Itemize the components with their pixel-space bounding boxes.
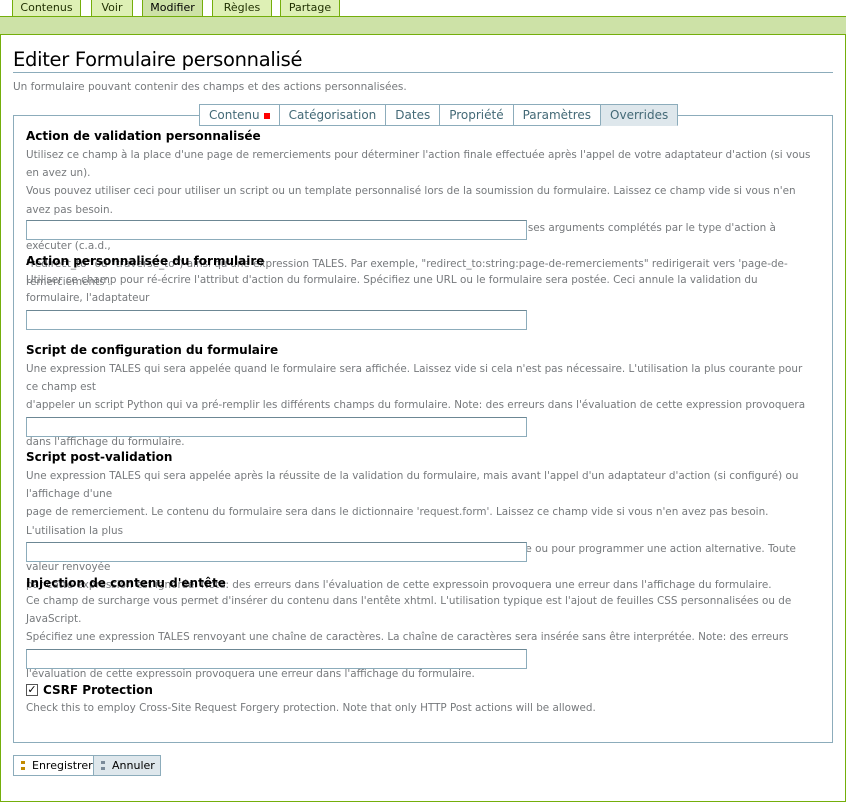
tab-categorisation[interactable]: Catégorisation	[278, 104, 386, 126]
page-title: Editer Formulaire personnalisé	[13, 48, 303, 71]
cancel-button-label: Annuler	[112, 759, 155, 772]
save-button-label: Enregistrer	[32, 759, 93, 772]
tab-label: Propriété	[449, 107, 504, 122]
field-help-custom-success-action: Utilisez ce champ à la place d'une page …	[26, 149, 811, 289]
save-button[interactable]: Enregistrer	[13, 755, 99, 776]
tab-label: Règles	[223, 1, 261, 14]
save-icon	[21, 761, 25, 770]
tab-label: Overrides	[610, 107, 669, 122]
tab-contenu[interactable]: Contenu	[199, 104, 279, 126]
field-label-custom-success-action: Action de validation personnalisée	[26, 129, 261, 143]
tab-label: Catégorisation	[288, 107, 377, 122]
tab-label: Voir	[101, 1, 123, 14]
field-label-form-action-override: Action personnalisée du formulaire	[26, 254, 265, 268]
field-help-header-injection: Ce champ de surcharge vous permet d'insé…	[26, 595, 792, 680]
tab-parametres[interactable]: Paramètres	[512, 104, 601, 126]
tab-modifier[interactable]: Modifier	[142, 0, 203, 16]
schemata-tabs: Contenu Catégorisation Dates Propriété P…	[199, 104, 679, 126]
tab-contenus[interactable]: Contenus	[12, 0, 81, 16]
form-action-override-input[interactable]	[26, 310, 527, 330]
tab-propriete[interactable]: Propriété	[439, 104, 513, 126]
required-marker-icon	[263, 113, 270, 119]
field-label-header-injection: Injection de contenu d'entête	[26, 576, 226, 590]
header-injection-input[interactable]	[26, 649, 527, 669]
field-label-after-validation-script: Script post-validation	[26, 450, 173, 464]
field-help-form-setup-script: Une expression TALES qui sera appelée qu…	[26, 363, 806, 448]
after-validation-script-input[interactable]	[26, 542, 527, 562]
field-label-form-setup-script: Script de configuration du formulaire	[26, 343, 279, 357]
tab-overrides[interactable]: Overrides	[600, 104, 679, 126]
tab-dates[interactable]: Dates	[385, 104, 440, 126]
tab-label: Dates	[395, 107, 431, 122]
tab-partage[interactable]: Partage	[280, 0, 340, 16]
custom-success-action-input[interactable]	[26, 220, 527, 240]
form-setup-script-input[interactable]	[26, 417, 527, 437]
page-description: Un formulaire pouvant contenir des champ…	[13, 81, 407, 93]
tab-regles[interactable]: Règles	[212, 0, 272, 16]
content-actions-bar	[0, 16, 846, 35]
cancel-icon	[101, 761, 105, 770]
tab-label: Contenus	[20, 1, 73, 14]
title-divider	[13, 72, 833, 73]
csrf-protection-help: Check this to employ Cross-Site Request …	[26, 702, 596, 714]
csrf-protection-label: CSRF Protection	[43, 683, 153, 697]
content-views-tabs: Contenus Voir Modifier Règles Partage	[0, 0, 846, 17]
tab-label: Partage	[288, 1, 332, 14]
cancel-button[interactable]: Annuler	[93, 755, 161, 776]
tab-label: Paramètres	[522, 107, 592, 122]
tab-label: Modifier	[150, 1, 195, 14]
tab-voir[interactable]: Voir	[91, 0, 133, 16]
tab-label: Contenu	[209, 107, 260, 122]
csrf-protection-checkbox[interactable]: ✓	[26, 684, 38, 696]
